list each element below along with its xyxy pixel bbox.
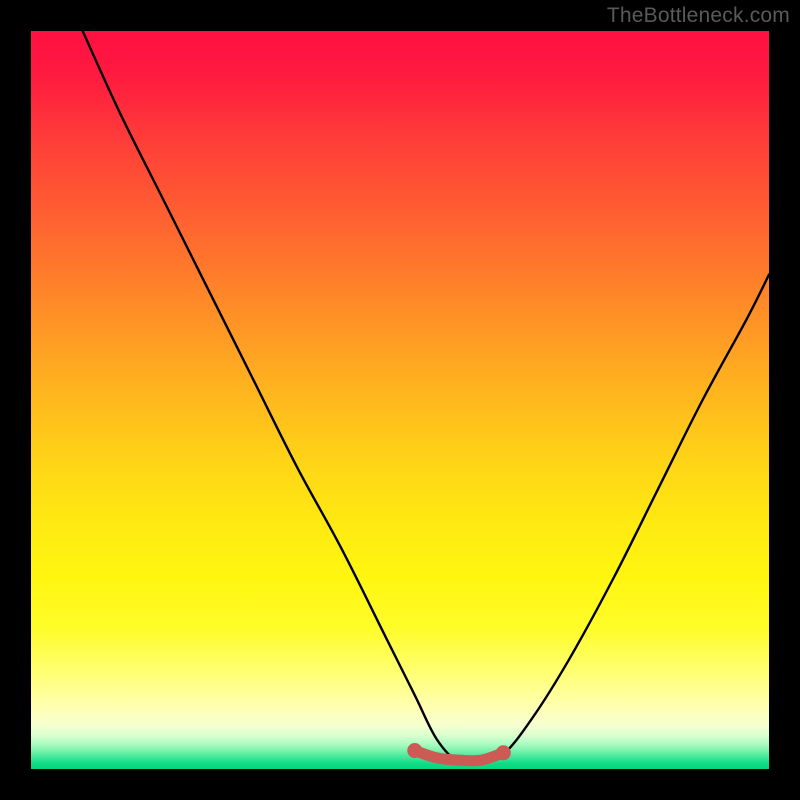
valley-end-dot <box>407 743 422 758</box>
curve-layer <box>31 31 769 769</box>
watermark-text: TheBottleneck.com <box>607 4 790 28</box>
valley-end-dot <box>496 745 511 760</box>
bottleneck-curve-path <box>83 31 769 764</box>
valley-highlight-path <box>415 751 504 761</box>
chart-frame: TheBottleneck.com <box>0 0 800 800</box>
plot-area <box>31 31 769 769</box>
